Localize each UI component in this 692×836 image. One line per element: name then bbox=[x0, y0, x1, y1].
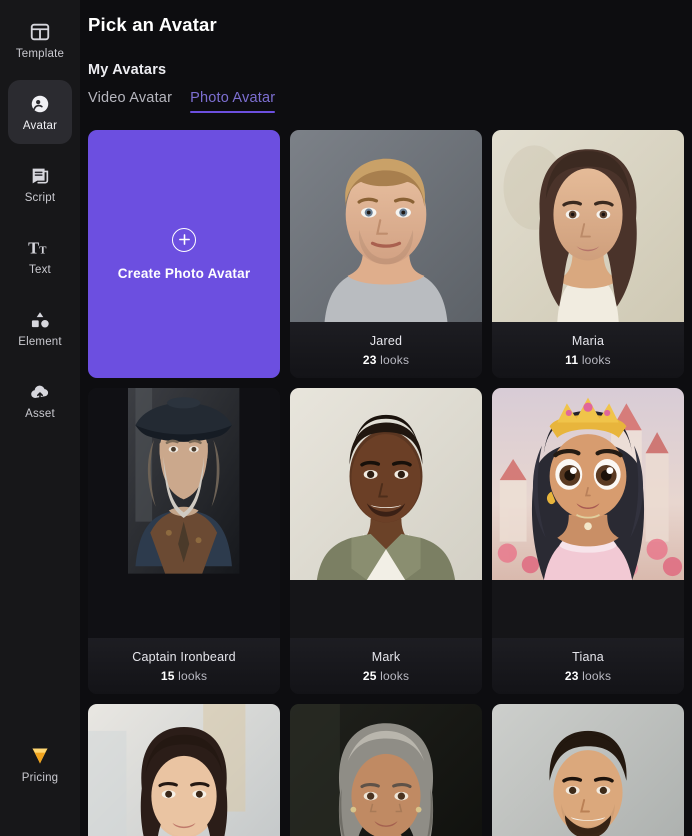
app-root: Template Avatar Script T T Text Element … bbox=[0, 0, 692, 836]
page-title: Pick an Avatar bbox=[88, 14, 217, 35]
sidebar-item-label: Text bbox=[29, 263, 51, 276]
asset-icon bbox=[28, 380, 52, 404]
avatar-card-row3-2[interactable] bbox=[290, 704, 482, 836]
avatar-portrait-businesswoman bbox=[88, 704, 280, 836]
avatar-card-row3-1[interactable] bbox=[88, 704, 280, 836]
avatar-looks: 11 looks bbox=[565, 353, 611, 367]
avatar-card-row3-3[interactable] bbox=[492, 704, 684, 836]
avatar-thumbnail bbox=[492, 130, 684, 322]
avatar-looks: 23 looks bbox=[565, 669, 611, 683]
sidebar-item-text[interactable]: T T Text bbox=[8, 224, 72, 288]
avatar-card-captain-ironbeard[interactable]: Captain Ironbeard 15 looks bbox=[88, 388, 280, 694]
avatar-looks-label: looks bbox=[178, 668, 208, 683]
avatar-card-jared[interactable]: Jared 23 looks bbox=[290, 130, 482, 378]
sidebar-item-label: Pricing bbox=[21, 771, 59, 784]
avatar-portrait-captain-ironbeard bbox=[128, 388, 240, 574]
avatar-looks-count: 23 bbox=[362, 352, 377, 367]
avatar-thumbnail bbox=[290, 704, 482, 836]
avatar-thumbnail bbox=[492, 704, 684, 836]
section-title: My Avatars bbox=[88, 62, 167, 78]
sidebar-item-pricing[interactable]: Pricing bbox=[8, 732, 72, 796]
avatar-looks-count: 15 bbox=[160, 668, 175, 683]
create-photo-avatar-label: Create Photo Avatar bbox=[117, 265, 251, 281]
avatar-looks-count: 11 bbox=[565, 352, 579, 367]
sidebar-item-element[interactable]: Element bbox=[8, 296, 72, 360]
avatar-grid-row-1: Create Photo Avatar Jared 23 looks Maria… bbox=[88, 130, 684, 378]
sidebar-item-label: Avatar bbox=[22, 119, 58, 132]
avatar-looks: 15 looks bbox=[161, 669, 207, 683]
avatar-looks-label: looks bbox=[380, 352, 410, 367]
avatar-portrait-businessman bbox=[492, 704, 684, 836]
sidebar: Template Avatar Script T T Text Element … bbox=[0, 0, 80, 836]
avatar-portrait-mature-woman bbox=[290, 704, 482, 836]
avatar-thumbnail bbox=[88, 704, 280, 836]
tab-photo-avatar[interactable]: Photo Avatar bbox=[190, 90, 276, 113]
sidebar-item-label: Asset bbox=[25, 407, 55, 420]
sidebar-item-template[interactable]: Template bbox=[8, 8, 72, 72]
avatar-name: Maria bbox=[571, 333, 605, 348]
avatar-card-tiana[interactable]: Tiana 23 looks bbox=[492, 388, 684, 694]
sidebar-item-label: Element bbox=[18, 335, 62, 348]
sidebar-item-label: Script bbox=[24, 191, 56, 204]
sidebar-item-script[interactable]: Script bbox=[8, 152, 72, 216]
create-photo-avatar-card[interactable]: Create Photo Avatar bbox=[88, 130, 280, 378]
diamond-icon bbox=[28, 744, 52, 768]
avatar-thumbnail bbox=[290, 388, 482, 638]
avatar-icon bbox=[28, 92, 52, 116]
sidebar-item-avatar[interactable]: Avatar bbox=[8, 80, 72, 144]
svg-text:T: T bbox=[28, 238, 39, 257]
sidebar-item-label: Template bbox=[15, 47, 65, 60]
plus-circle-icon bbox=[172, 227, 196, 252]
avatar-meta: Mark 25 looks bbox=[290, 638, 482, 694]
avatar-portrait-mark bbox=[290, 388, 482, 580]
avatar-name: Jared bbox=[369, 333, 403, 348]
avatar-grid-row-3 bbox=[88, 704, 684, 836]
avatar-looks-label: looks bbox=[380, 668, 410, 683]
avatar-portrait-jared bbox=[290, 130, 482, 322]
avatar-looks-label: looks bbox=[581, 352, 611, 367]
avatar-meta: Maria 11 looks bbox=[492, 322, 684, 378]
svg-text:T: T bbox=[39, 244, 47, 256]
avatar-looks-count: 23 bbox=[564, 668, 579, 683]
avatar-name: Tiana bbox=[572, 649, 604, 664]
avatar-thumbnail bbox=[88, 388, 280, 638]
avatar-looks-label: looks bbox=[582, 668, 612, 683]
text-icon: T T bbox=[28, 236, 52, 260]
avatar-looks-count: 25 bbox=[362, 668, 377, 683]
main-content: Pick an Avatar My Avatars Video Avatar P… bbox=[80, 0, 692, 836]
tab-video-avatar[interactable]: Video Avatar bbox=[88, 90, 172, 113]
avatar-thumbnail bbox=[290, 130, 482, 322]
avatar-portrait-maria bbox=[492, 130, 684, 322]
script-icon bbox=[28, 164, 52, 188]
avatar-name: Captain Ironbeard bbox=[132, 649, 236, 664]
avatar-tabs: Video Avatar Photo Avatar bbox=[88, 90, 684, 113]
avatar-thumbnail bbox=[492, 388, 684, 638]
avatar-meta: Tiana 23 looks bbox=[492, 638, 684, 694]
avatar-grid-row-2: Captain Ironbeard 15 looks Mark 25 looks… bbox=[88, 388, 684, 694]
avatar-card-mark[interactable]: Mark 25 looks bbox=[290, 388, 482, 694]
template-icon bbox=[28, 20, 52, 44]
avatar-card-maria[interactable]: Maria 11 looks bbox=[492, 130, 684, 378]
sidebar-item-asset[interactable]: Asset bbox=[8, 368, 72, 432]
avatar-meta: Jared 23 looks bbox=[290, 322, 482, 378]
element-icon bbox=[28, 308, 52, 332]
avatar-portrait-tiana bbox=[492, 388, 684, 580]
avatar-looks: 25 looks bbox=[363, 669, 409, 683]
avatar-meta: Captain Ironbeard 15 looks bbox=[88, 638, 280, 694]
avatar-looks: 23 looks bbox=[363, 353, 409, 367]
avatar-name: Mark bbox=[371, 649, 401, 664]
